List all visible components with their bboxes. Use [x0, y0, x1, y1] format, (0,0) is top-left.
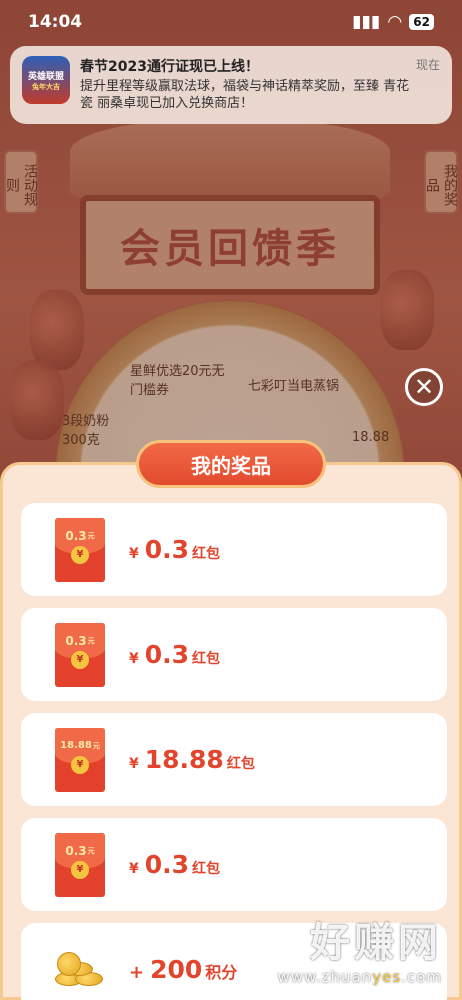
prize-unit: 红包 [192, 546, 221, 562]
prize-amount: 18.88 [144, 745, 224, 774]
prize-amount: 0.3 [144, 535, 190, 564]
envelope-badge: 0.3 [65, 843, 87, 858]
envelope-badge-unit: 元 [87, 846, 95, 855]
app-icon: 英雄联盟 兔年大吉 [22, 56, 70, 104]
envelope-badge-unit: 元 [92, 741, 100, 750]
coin-icon: ¥ [71, 860, 89, 879]
prize-amount: 0.3 [144, 640, 190, 669]
prize-currency: ¥ [129, 546, 139, 562]
prize-unit: 红包 [226, 756, 255, 772]
coin-icon: ¥ [71, 755, 89, 774]
panel-title: 我的奖品 [136, 440, 326, 488]
red-envelope-icon: 0.3 元 ¥ [55, 622, 105, 687]
coin-icon: ¥ [71, 650, 89, 669]
prize-currency: ¥ [129, 861, 139, 877]
prize-item: 0.3 元 ¥ ¥ 0.3 红包 [21, 818, 447, 911]
envelope-badge-unit: 元 [87, 636, 95, 645]
envelope-badge: 0.3 [65, 528, 87, 543]
envelope-badge: 18.88 [60, 740, 92, 751]
coin-icon: ¥ [71, 545, 89, 564]
prize-unit: 积分 [205, 963, 238, 982]
clock: 14:04 [28, 12, 83, 32]
red-envelope-icon: 0.3 元 ¥ [55, 517, 105, 582]
prize-currency: ¥ [129, 756, 139, 772]
wifi-icon: ◠ [388, 12, 402, 32]
envelope-badge-unit: 元 [87, 531, 95, 540]
prize-unit: 红包 [192, 651, 221, 667]
prize-item: 18.88 元 ¥ ¥ 18.88 红包 [21, 713, 447, 806]
app-icon-text: 英雄联盟 [27, 71, 64, 82]
watermark-logo-text: 好赚网 [310, 920, 442, 966]
app-icon-subtext: 兔年大吉 [32, 82, 60, 91]
prize-amount: 200 [150, 955, 203, 984]
prize-item: 0.3 元 ¥ ¥ 0.3 红包 [21, 608, 447, 701]
status-bar: 14:04 ▮▮▮ ◠ 62 [0, 0, 462, 44]
notification-title: 春节2023通行证现已上线！ [80, 59, 259, 75]
prize-item: 0.3 元 ¥ ¥ 0.3 红包 [21, 503, 447, 596]
red-envelope-icon: 0.3 元 ¥ [55, 832, 105, 897]
prize-currency: ¥ [129, 651, 139, 667]
prize-amount: 0.3 [144, 850, 190, 879]
watermark-url: www.zhuanyes.com [277, 968, 442, 986]
battery-icon: 62 [409, 14, 434, 30]
notification-time: 现在 [415, 58, 440, 72]
prize-unit: 红包 [192, 861, 221, 877]
prize-currency: + [129, 962, 145, 983]
signal-icon: ▮▮▮ [352, 12, 381, 32]
gold-coins-icon [53, 950, 109, 990]
red-envelope-icon: 18.88 元 ¥ [55, 727, 105, 792]
push-notification[interactable]: 英雄联盟 兔年大吉 春节2023通行证现已上线！ 提升里程等级赢取法球，福袋与神… [10, 46, 452, 124]
notification-body: 提升里程等级赢取法球，福袋与神话精萃奖励，至臻 青花瓷 丽桑卓现已加入兑换商店！ [80, 79, 410, 111]
watermark: 好赚网 www.zhuanyes.com [277, 910, 442, 986]
close-icon[interactable]: ✕ [405, 368, 443, 406]
envelope-badge: 0.3 [65, 633, 87, 648]
